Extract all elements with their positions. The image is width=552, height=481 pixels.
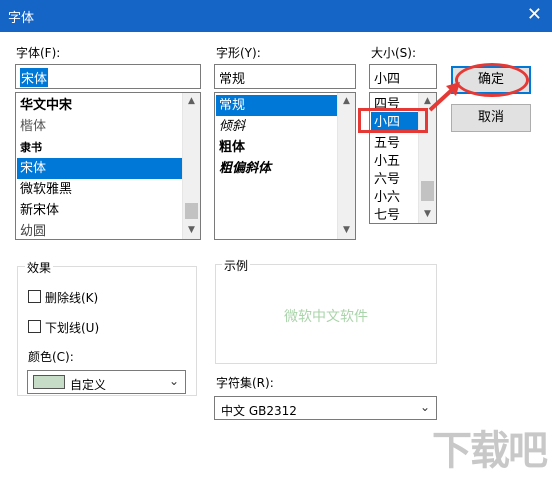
- font-item[interactable]: 微软雅黑: [17, 179, 72, 200]
- charset-value: 中文 GB2312: [221, 404, 297, 418]
- style-item[interactable]: 倾斜: [216, 116, 245, 137]
- style-list-scrollbar[interactable]: ▲ ▼: [337, 93, 355, 239]
- underline-label[interactable]: 下划线(U): [45, 319, 99, 336]
- scroll-thumb[interactable]: [421, 181, 434, 201]
- scroll-down-icon[interactable]: ▼: [183, 222, 200, 239]
- font-item[interactable]: 新宋体: [17, 200, 59, 221]
- font-item[interactable]: 隶书: [17, 137, 42, 158]
- font-list[interactable]: 华文中宋 楷体 隶书 宋体 微软雅黑 新宋体 幼圆 ▲ ▼: [15, 92, 201, 240]
- style-label: 字形(Y):: [216, 46, 261, 60]
- sample-label: 示例: [222, 257, 251, 274]
- size-label: 大小(S):: [371, 46, 417, 60]
- sample-text: 微软中文软件: [284, 309, 368, 325]
- style-item-selected[interactable]: 常规: [216, 95, 338, 116]
- title-bar: 字体 ✕: [0, 0, 552, 32]
- effects-label: 效果: [25, 259, 54, 276]
- window-title: 字体: [8, 11, 35, 26]
- annotation-arrow-icon: [428, 82, 460, 112]
- font-label: 字体(F):: [16, 46, 61, 60]
- font-list-scrollbar[interactable]: ▲ ▼: [182, 93, 200, 239]
- font-item[interactable]: 幼圆: [17, 221, 46, 239]
- scroll-thumb[interactable]: [185, 203, 198, 219]
- style-input-value: 常规: [219, 72, 246, 87]
- color-label: 颜色(C):: [28, 350, 74, 364]
- scroll-up-icon[interactable]: ▲: [183, 93, 200, 110]
- style-list[interactable]: 常规 倾斜 粗体 粗偏斜体 ▲ ▼: [214, 92, 356, 240]
- charset-select[interactable]: 中文 GB2312 ⌄: [214, 396, 437, 420]
- font-input[interactable]: 宋体: [15, 64, 201, 89]
- annotation-highlight-box: [358, 108, 428, 133]
- color-select[interactable]: 自定义 ⌄: [27, 370, 186, 394]
- strikeout-label[interactable]: 删除线(K): [45, 289, 98, 306]
- style-item[interactable]: 粗偏斜体: [216, 158, 271, 179]
- size-input-value: 小四: [374, 72, 401, 87]
- font-input-value: 宋体: [20, 68, 49, 87]
- annotation-circle: [455, 63, 529, 97]
- font-item-selected[interactable]: 宋体: [17, 158, 186, 179]
- style-input[interactable]: 常规: [214, 64, 356, 89]
- chevron-down-icon: ⌄: [168, 374, 179, 388]
- underline-checkbox[interactable]: [28, 320, 41, 333]
- size-item[interactable]: 七号: [371, 205, 400, 223]
- color-swatch: [33, 375, 65, 389]
- style-item[interactable]: 粗体: [216, 137, 245, 158]
- charset-label: 字符集(R):: [216, 376, 274, 390]
- scroll-up-icon[interactable]: ▲: [338, 93, 355, 110]
- font-item[interactable]: 华文中宋: [17, 95, 72, 116]
- scroll-down-icon[interactable]: ▼: [338, 222, 355, 239]
- font-item[interactable]: 楷体: [17, 116, 46, 137]
- strikeout-checkbox[interactable]: [28, 290, 41, 303]
- watermark-logo: 下载吧: [432, 428, 548, 474]
- color-value: 自定义: [70, 378, 107, 392]
- close-icon[interactable]: ✕: [527, 4, 542, 25]
- scroll-down-icon[interactable]: ▼: [419, 206, 436, 223]
- chevron-down-icon: ⌄: [419, 400, 430, 414]
